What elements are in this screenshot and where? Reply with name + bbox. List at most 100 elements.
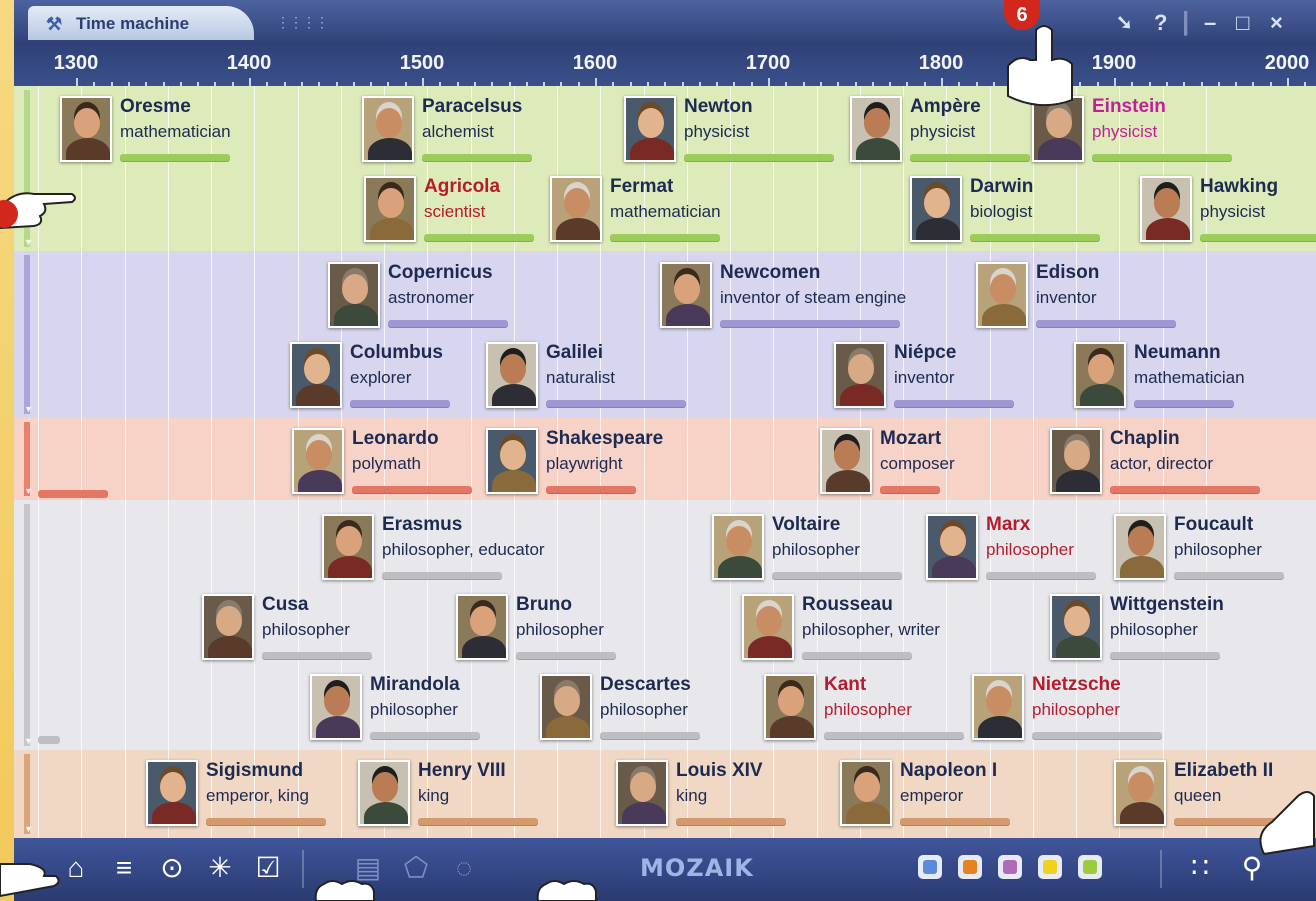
person-card[interactable]: Wittgenstein philosopher [1050,594,1280,666]
home-icon[interactable]: ⌂ [58,850,94,886]
person-card[interactable]: Louis XIV king [616,760,846,832]
person-card[interactable]: Sigismund emperor, king [146,760,376,832]
person-card[interactable]: Foucault philosopher [1114,514,1316,586]
portrait-image[interactable] [292,428,344,494]
portrait-image[interactable] [834,342,886,408]
color-filter-button[interactable] [918,855,942,879]
portrait-image[interactable] [742,594,794,660]
person-card[interactable]: Newton physicist [624,96,854,168]
person-card[interactable]: Henry VIII king [358,760,588,832]
window-tab[interactable]: ⚒ Time machine [28,6,254,40]
person-card[interactable]: Fermat mathematician [550,176,780,248]
portrait-image[interactable] [540,674,592,740]
person-card[interactable]: Hawking physicist [1140,176,1316,248]
help-button[interactable]: ? [1154,10,1167,36]
band-collapse-handle[interactable]: ▼ [18,418,34,500]
person-card[interactable]: Mirandola philosopher [310,674,540,746]
portrait-image[interactable] [1114,514,1166,580]
grid-line [1076,750,1077,838]
portrait-image[interactable] [712,514,764,580]
portrait-image[interactable] [550,176,602,242]
portrait-image[interactable] [764,674,816,740]
person-card[interactable]: Oresme mathematician [60,96,290,168]
person-role: philosopher, educator [382,540,545,559]
band-collapse-handle[interactable]: ▼ [18,251,34,418]
band-collapse-handle[interactable]: ▼ [18,750,34,838]
person-card[interactable]: Shakespeare playwright [486,428,716,500]
portrait-image[interactable] [322,514,374,580]
sparkle-icon[interactable]: ✳ [202,850,238,886]
portrait-image[interactable] [310,674,362,740]
portrait-image[interactable] [1074,342,1126,408]
portrait-image[interactable] [820,428,872,494]
dotted-circle-icon[interactable]: ◌ [446,850,482,886]
color-filter-button[interactable] [998,855,1022,879]
portrait-image[interactable] [972,674,1024,740]
portrait-image[interactable] [624,96,676,162]
portrait-image[interactable] [60,96,112,162]
portrait-image[interactable] [486,428,538,494]
color-filter-button[interactable] [958,855,982,879]
person-card[interactable]: Kant philosopher [764,674,994,746]
portrait-image[interactable] [1114,760,1166,826]
minimize-button[interactable]: – [1204,10,1216,36]
pentagon-icon[interactable]: ⬠ [398,850,434,886]
portrait-image[interactable] [328,262,380,328]
person-name: Napoleon I [900,760,998,781]
portrait-image[interactable] [910,176,962,242]
portrait-image[interactable] [616,760,668,826]
portrait-image[interactable] [486,342,538,408]
maximize-button[interactable]: □ [1236,10,1249,36]
person-card[interactable]: Rousseau philosopher, writer [742,594,972,666]
portrait-image[interactable] [976,262,1028,328]
person-card[interactable]: Chaplin actor, director [1050,428,1280,500]
person-card[interactable]: Newcomen inventor of steam engine [660,262,906,334]
portrait-image[interactable] [358,760,410,826]
band-collapse-handle[interactable]: ▼ [18,500,34,750]
portrait-image[interactable] [850,96,902,162]
portrait-image[interactable] [926,514,978,580]
pin-icon[interactable]: ➘ [1116,10,1133,35]
person-card[interactable]: Erasmus philosopher, educator [322,514,552,586]
person-card[interactable]: Galilei naturalist [486,342,716,414]
portrait-image[interactable] [660,262,712,328]
person-card[interactable]: Cusa philosopher [202,594,432,666]
person-card[interactable]: Descartes philosopher [540,674,770,746]
portrait-image[interactable] [1140,176,1192,242]
portrait-image[interactable] [290,342,342,408]
person-card[interactable]: Voltaire philosopher [712,514,942,586]
portrait-image[interactable] [146,760,198,826]
portrait-image[interactable] [362,96,414,162]
person-card[interactable]: Nietzsche philosopher [972,674,1202,746]
target-icon[interactable]: ⊙ [154,850,190,886]
person-card[interactable]: Napoleon I emperor [840,760,1070,832]
year-ruler[interactable]: 1300 1400 1500 1600 1700 1800 1900 2000 [14,44,1316,86]
person-card[interactable]: Bruno philosopher [456,594,686,666]
portrait-image[interactable] [364,176,416,242]
portrait-image[interactable] [1050,594,1102,660]
person-card[interactable]: Paracelsus alchemist [362,96,592,168]
person-card[interactable]: Mozart composer [820,428,1050,500]
portrait-image[interactable] [1050,428,1102,494]
person-role: king [418,786,450,805]
color-filter-button[interactable] [1038,855,1062,879]
list-icon[interactable]: ≡ [106,850,142,886]
person-card[interactable]: Darwin biologist [910,176,1140,248]
person-card[interactable]: Neumann mathematician [1074,342,1304,414]
person-card[interactable]: Niépce inventor [834,342,1064,414]
portrait-image[interactable] [840,760,892,826]
person-card[interactable]: Copernicus astronomer [328,262,558,334]
checklist-icon[interactable]: ☑ [250,850,286,886]
ruler-tick [1287,78,1289,86]
portrait-face [630,772,656,802]
grid-icon[interactable]: ∷ [1182,850,1218,886]
color-filter-button[interactable] [1078,855,1102,879]
portrait-image[interactable] [456,594,508,660]
drag-handle-icon[interactable]: ⋮⋮⋮⋮ [276,14,329,31]
close-button[interactable]: × [1270,10,1283,36]
person-card[interactable]: Edison inventor [976,262,1206,334]
portrait-body [1120,556,1164,578]
grid-line [730,418,731,500]
portrait-face [160,772,186,802]
portrait-image[interactable] [202,594,254,660]
